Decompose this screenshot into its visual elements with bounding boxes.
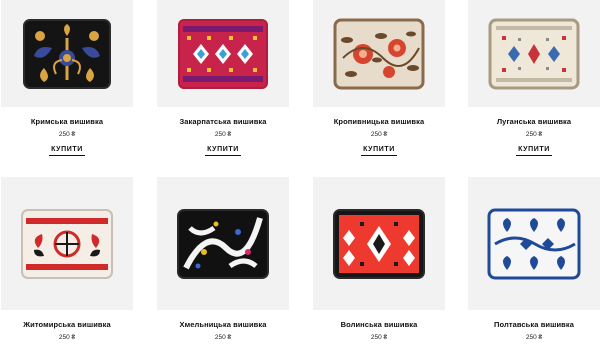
product-image[interactable] bbox=[468, 177, 600, 310]
product-image[interactable] bbox=[313, 177, 445, 310]
kropyvnytskyi-embroidery-patch bbox=[333, 18, 425, 89]
product-image[interactable] bbox=[157, 177, 289, 310]
product-image[interactable] bbox=[313, 0, 445, 107]
product-title[interactable]: Кримська вишивка bbox=[1, 117, 133, 126]
product-title[interactable]: Волинська вишивка bbox=[313, 320, 445, 329]
product-card[interactable]: Волинська вишивка 250 ₴ bbox=[313, 177, 445, 341]
product-price: 250 ₴ bbox=[58, 131, 76, 138]
product-card[interactable]: Закарпатська вишивка 250 ₴ КУПИТИ bbox=[157, 0, 289, 156]
zhytomyr-embroidery-patch bbox=[21, 208, 113, 279]
buy-button[interactable]: КУПИТИ bbox=[516, 146, 552, 156]
product-title[interactable]: Житомирська вишивка bbox=[1, 320, 133, 329]
zakarpattia-embroidery-patch bbox=[178, 18, 268, 89]
product-price: 250 ₴ bbox=[370, 131, 388, 138]
product-card[interactable]: Полтавська вишивка 250 ₴ bbox=[468, 177, 600, 341]
buy-button[interactable]: КУПИТИ bbox=[205, 146, 241, 156]
product-price: 250 ₴ bbox=[525, 131, 543, 138]
poltava-embroidery-patch bbox=[487, 208, 581, 279]
product-image[interactable] bbox=[157, 0, 289, 107]
volyn-embroidery-patch bbox=[333, 208, 425, 279]
product-title[interactable]: Закарпатська вишивка bbox=[157, 117, 289, 126]
khmelnytskyi-embroidery-patch bbox=[177, 208, 269, 279]
product-card[interactable]: Кропивницька вишивка 250 ₴ КУПИТИ bbox=[313, 0, 445, 156]
product-price: 250 ₴ bbox=[214, 131, 232, 138]
product-price: 250 ₴ bbox=[214, 334, 232, 341]
buy-button[interactable]: КУПИТИ bbox=[49, 146, 85, 156]
product-card[interactable]: Кримська вишивка 250 ₴ КУПИТИ bbox=[1, 0, 133, 156]
luhansk-embroidery-patch bbox=[488, 18, 580, 89]
product-title[interactable]: Луганська вишивка bbox=[468, 117, 600, 126]
product-image[interactable] bbox=[1, 177, 133, 310]
product-card[interactable]: Луганська вишивка 250 ₴ КУПИТИ bbox=[468, 0, 600, 156]
product-title[interactable]: Полтавська вишивка bbox=[468, 320, 600, 329]
product-title[interactable]: Кропивницька вишивка bbox=[313, 117, 445, 126]
product-price: 250 ₴ bbox=[525, 334, 543, 341]
product-card[interactable]: Хмельницька вишивка 250 ₴ bbox=[157, 177, 289, 341]
product-card[interactable]: Житомирська вишивка 250 ₴ bbox=[1, 177, 133, 341]
product-price: 250 ₴ bbox=[370, 334, 388, 341]
product-price: 250 ₴ bbox=[58, 334, 76, 341]
crimean-embroidery-patch bbox=[23, 18, 111, 89]
product-image[interactable] bbox=[468, 0, 600, 107]
product-image[interactable] bbox=[1, 0, 133, 107]
buy-button[interactable]: КУПИТИ bbox=[361, 146, 397, 156]
product-grid: Кримська вишивка 250 ₴ КУПИТИ Закарпатсь… bbox=[0, 0, 600, 346]
product-title[interactable]: Хмельницька вишивка bbox=[157, 320, 289, 329]
